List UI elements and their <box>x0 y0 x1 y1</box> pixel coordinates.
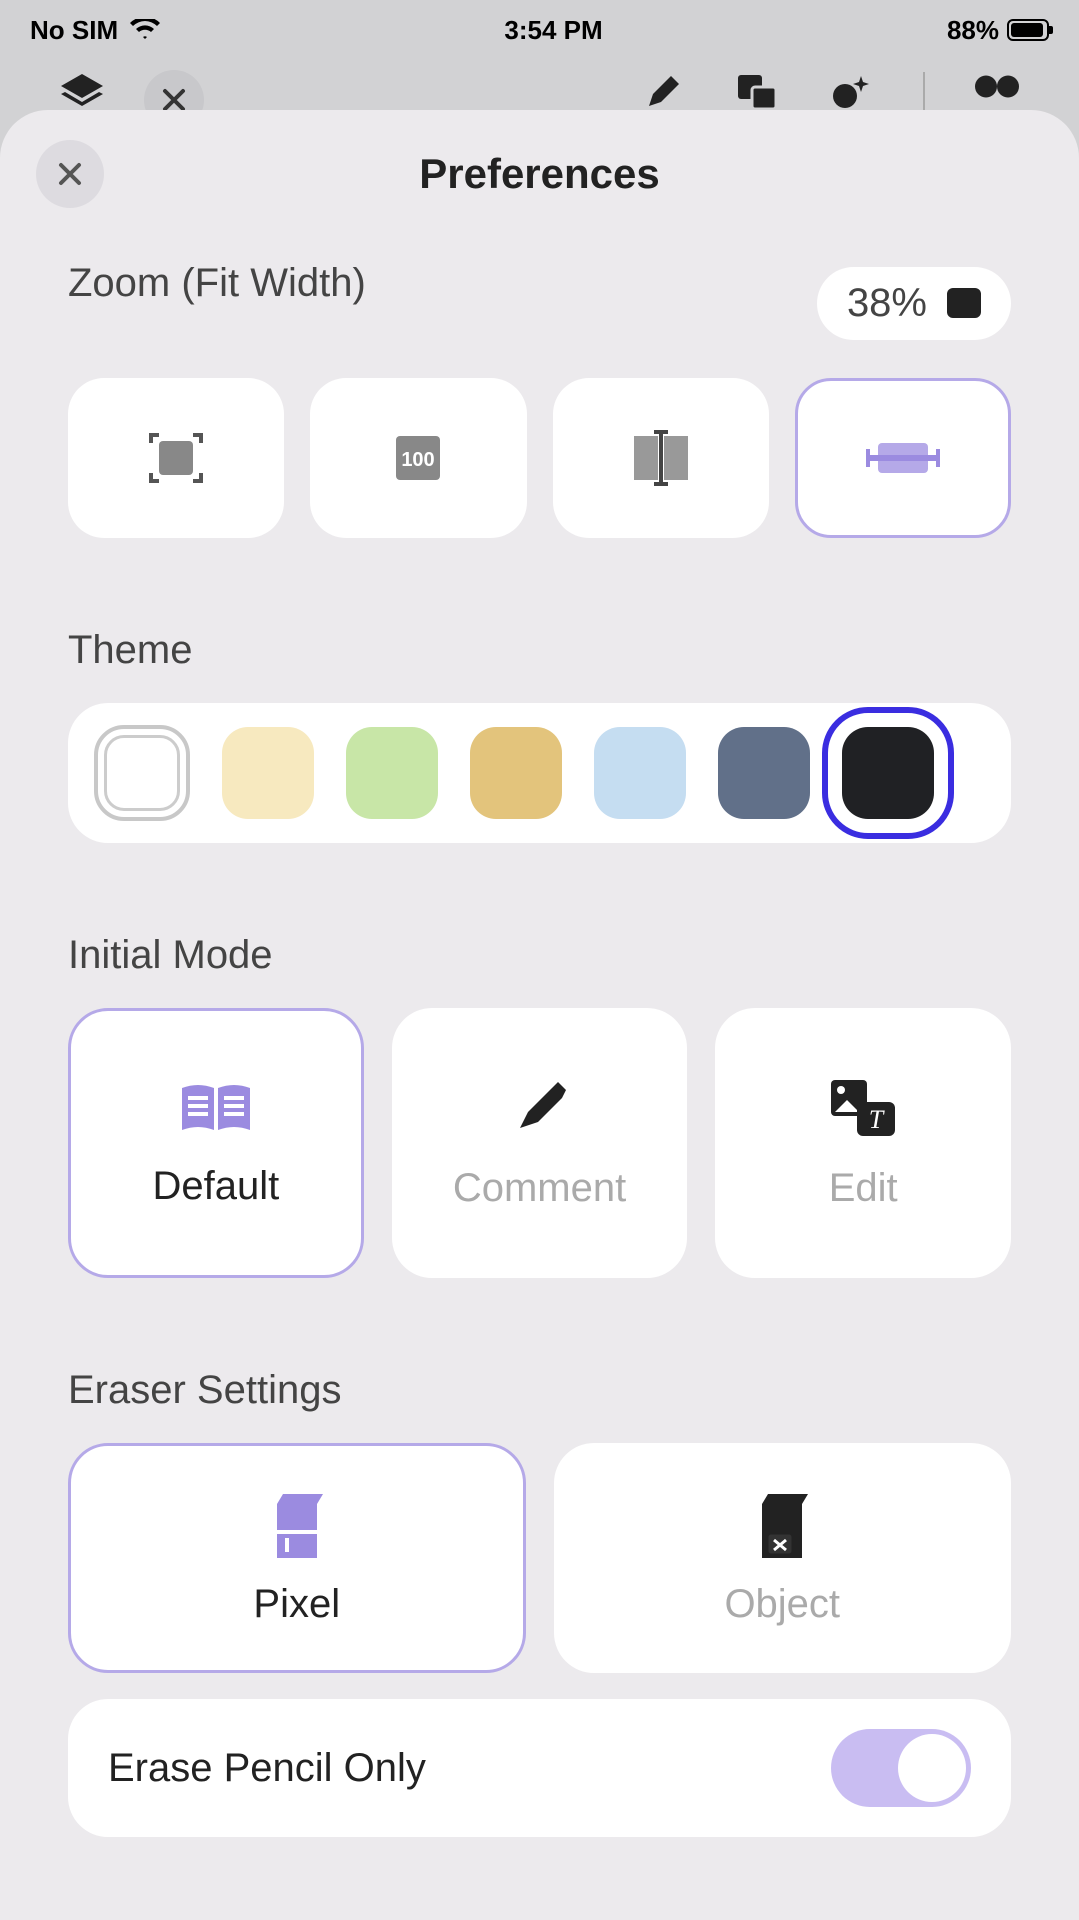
zoom-option-fitwidth[interactable] <box>795 378 1011 538</box>
book-open-icon <box>176 1078 256 1138</box>
svg-text:T: T <box>869 1105 885 1134</box>
divider <box>923 72 925 112</box>
erase-pencil-label: Erase Pencil Only <box>108 1746 426 1791</box>
eraser-pixel-icon <box>269 1490 325 1562</box>
mode-default-label: Default <box>152 1164 279 1209</box>
zoom-value-pill[interactable]: 38% <box>817 267 1011 340</box>
zoom-page-icon <box>947 288 981 318</box>
cards-icon[interactable] <box>735 70 779 114</box>
zoom-label: Zoom (Fit Width) <box>68 261 366 306</box>
theme-swatch-black[interactable] <box>842 727 934 819</box>
fit-width-icon <box>864 433 942 483</box>
erase-pencil-toggle[interactable] <box>831 1729 971 1807</box>
zoom-option-fitscreen[interactable] <box>68 378 284 538</box>
eraser-object-icon <box>754 1490 810 1562</box>
close-icon <box>56 160 84 188</box>
layers-icon[interactable] <box>60 70 104 114</box>
wifi-icon <box>130 19 160 41</box>
erase-pencil-row: Erase Pencil Only <box>68 1699 1011 1837</box>
initial-mode-header: Initial Mode <box>68 933 1011 978</box>
mode-edit[interactable]: T Edit <box>715 1008 1011 1278</box>
preferences-sheet: Preferences Zoom (Fit Width) 38% 100 <box>0 110 1079 1920</box>
theme-swatch-white[interactable] <box>94 725 190 821</box>
mode-comment-label: Comment <box>453 1166 626 1211</box>
eraser-pixel-label: Pixel <box>253 1582 340 1627</box>
zoom-options: 100 <box>68 378 1011 538</box>
butterfly-icon[interactable] <box>975 70 1019 114</box>
mode-default[interactable]: Default <box>68 1008 364 1278</box>
initial-mode-picker: Default Comment T Edit <box>68 1008 1011 1278</box>
pencil-icon[interactable] <box>641 70 685 114</box>
time-label: 3:54 PM <box>504 15 602 46</box>
status-bar: No SIM 3:54 PM 88% <box>0 0 1079 60</box>
eraser-object-label: Object <box>724 1582 840 1627</box>
theme-header: Theme <box>68 628 1011 673</box>
eraser-picker: Pixel Object <box>68 1443 1011 1673</box>
zoom-100-icon: 100 <box>390 430 446 486</box>
magic-icon[interactable] <box>829 70 873 114</box>
zoom-value: 38% <box>847 281 927 326</box>
highlighter-icon <box>508 1076 572 1140</box>
theme-swatch-slate[interactable] <box>718 727 810 819</box>
zoom-option-fitheight[interactable] <box>553 378 769 538</box>
close-button[interactable] <box>36 140 104 208</box>
zoom-option-100[interactable]: 100 <box>310 378 526 538</box>
fit-height-icon <box>626 428 696 488</box>
theme-swatch-green[interactable] <box>346 727 438 819</box>
edit-image-text-icon: T <box>827 1076 899 1140</box>
eraser-object[interactable]: Object <box>554 1443 1012 1673</box>
battery-icon <box>1007 19 1049 41</box>
svg-text:100: 100 <box>402 449 435 471</box>
theme-swatch-cream[interactable] <box>222 727 314 819</box>
battery-percent: 88% <box>947 15 999 46</box>
carrier-label: No SIM <box>30 15 118 46</box>
eraser-settings-header: Eraser Settings <box>68 1368 1011 1413</box>
fit-screen-icon <box>145 427 207 489</box>
theme-picker <box>68 703 1011 843</box>
mode-comment[interactable]: Comment <box>392 1008 688 1278</box>
eraser-pixel[interactable]: Pixel <box>68 1443 526 1673</box>
sheet-title: Preferences <box>0 150 1079 198</box>
theme-swatch-blue[interactable] <box>594 727 686 819</box>
theme-swatch-tan[interactable] <box>470 727 562 819</box>
mode-edit-label: Edit <box>829 1166 898 1211</box>
